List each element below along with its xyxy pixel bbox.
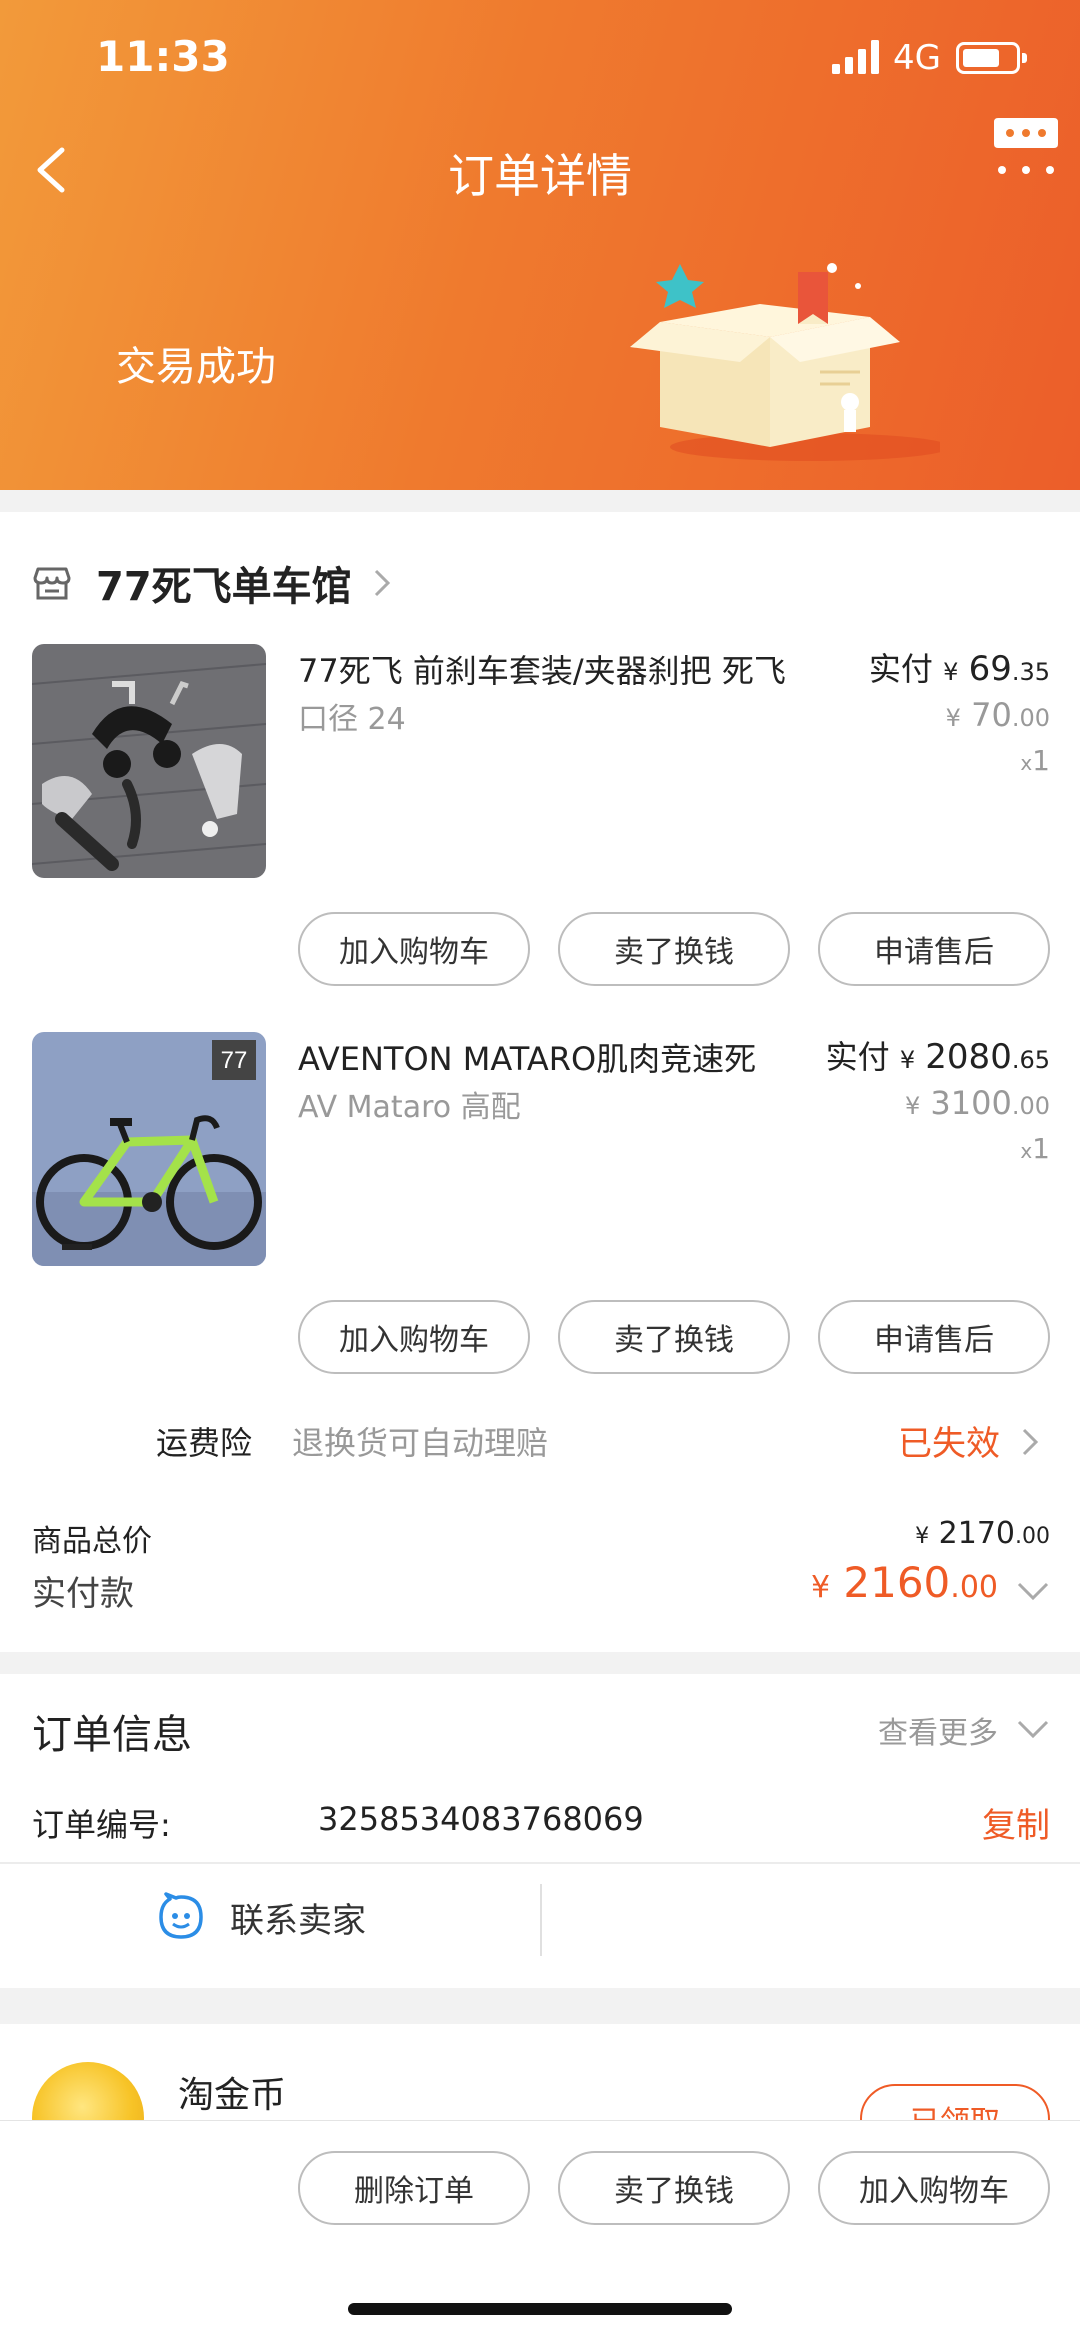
paid-decimal: .65 — [1011, 1046, 1050, 1074]
total-amount: 2170 — [938, 1516, 1015, 1551]
paid-total-amount: 2160 — [843, 1558, 951, 1607]
shipping-insurance-row[interactable]: 运费险 退换货可自动理赔 已失效 — [0, 1412, 1080, 1472]
bottom-action-bar: 删除订单 卖了换钱 加入购物车 — [0, 2120, 1080, 2337]
product-spec: 口径 24 — [298, 702, 406, 737]
original-amount: 3100 — [930, 1084, 1012, 1122]
shop-name: 77死飞单车馆 — [96, 564, 352, 610]
paid-price: 实付 ¥ 69.35 — [869, 644, 1050, 690]
paid-label: 实付 — [825, 1038, 890, 1076]
original-decimal: .00 — [1011, 1092, 1050, 1120]
product-image[interactable]: 77 — [32, 1032, 266, 1266]
paid-total-decimal: .00 — [950, 1570, 998, 1605]
resell-button[interactable]: 卖了换钱 — [558, 2151, 790, 2225]
total-decimal: .00 — [1015, 1524, 1050, 1549]
view-more-link[interactable]: 查看更多 — [878, 1708, 998, 1752]
chevron-right-icon — [374, 569, 390, 597]
shop-row[interactable]: 77死飞单车馆 — [32, 548, 394, 618]
insurance-status: 已失效 — [898, 1424, 1000, 1464]
product-title[interactable]: AVENTON MATARO肌肉竞速死 — [298, 1034, 756, 1080]
after-sale-button[interactable]: 申请售后 — [818, 1300, 1050, 1374]
thumb-badge: 77 — [221, 1047, 248, 1074]
total-value: ¥ 2170.00 — [915, 1516, 1050, 1551]
order-info-title: 订单信息 — [32, 1712, 192, 1758]
paid-label: 实付 — [868, 650, 933, 688]
item-actions: 加入购物车 卖了换钱 申请售后 — [298, 1300, 1050, 1374]
paid-decimal: .35 — [1011, 658, 1050, 686]
currency-symbol: ¥ — [943, 658, 959, 686]
currency-symbol: ¥ — [810, 1570, 831, 1605]
battery-icon — [956, 42, 1027, 74]
page-title: 订单详情 — [448, 149, 632, 203]
chevron-right-icon — [1022, 1428, 1039, 1456]
product-title[interactable]: 77死飞 前刹车套装/夹器刹把 死飞 — [298, 646, 786, 692]
delete-order-button[interactable]: 删除订单 — [298, 2151, 530, 2225]
order-item[interactable]: 77 AVENTON MATARO肌肉竞速死 AV Mataro 高配 实付 ¥… — [0, 1032, 1080, 1282]
paid-total-label: 实付款 — [32, 1574, 134, 1614]
original-price: ¥ 3100.00 — [905, 1084, 1050, 1122]
shop-icon — [33, 567, 71, 600]
chevron-down-icon[interactable] — [1016, 1580, 1050, 1602]
add-to-cart-button[interactable]: 加入购物车 — [818, 2151, 1050, 2225]
order-item[interactable]: 77死飞 前刹车套装/夹器刹把 死飞 口径 24 实付 ¥ 69.35 ¥ 70… — [0, 644, 1080, 894]
status-time: 11:33 — [96, 32, 230, 81]
order-number: 3258534083768069 — [318, 1800, 644, 1838]
network-type: 4G — [893, 38, 941, 78]
total-label: 商品总价 — [32, 1524, 152, 1559]
contact-seller-label: 联系卖家 — [230, 1900, 366, 1941]
order-info-section: 订单信息 查看更多 订单编号: 3258534083768069 复制 联系卖家 — [0, 1674, 1080, 1988]
currency-symbol: ¥ — [904, 1092, 921, 1120]
original-amount: 70 — [971, 696, 1012, 734]
quantity: x1 — [1020, 744, 1050, 777]
original-price: ¥ 70.00 — [946, 696, 1050, 734]
copy-button[interactable]: 复制 — [982, 1798, 1050, 1847]
status-bar: 11:33 4G — [0, 0, 1080, 120]
paid-amount: 2080 — [925, 1037, 1012, 1077]
currency-symbol: ¥ — [945, 704, 961, 732]
deal-status: 交易成功 — [116, 344, 276, 390]
insurance-label: 运费险 — [156, 1424, 253, 1462]
paid-total-value: ¥ 2160.00 — [811, 1558, 998, 1607]
original-decimal: .00 — [1011, 704, 1050, 732]
home-indicator[interactable] — [348, 2303, 732, 2315]
product-image[interactable] — [32, 644, 266, 878]
add-to-cart-button[interactable]: 加入购物车 — [298, 1300, 530, 1374]
after-sale-button[interactable]: 申请售后 — [818, 912, 1050, 986]
divider — [0, 1862, 1080, 1864]
paid-amount: 69 — [968, 649, 1012, 689]
resell-button[interactable]: 卖了换钱 — [558, 1300, 790, 1374]
product-spec: AV Mataro 高配 — [298, 1090, 521, 1125]
order-card: 77死飞单车馆 77死飞 前刹车套装/夹器刹把 死飞 口径 24 实付 ¥ 69… — [0, 512, 1080, 1652]
contact-seller-button[interactable]: 联系卖家 — [156, 1892, 366, 1942]
quantity-value: 1 — [1032, 1132, 1050, 1165]
quantity: x1 — [1020, 1132, 1050, 1165]
vertical-divider — [540, 1884, 542, 1956]
resell-button[interactable]: 卖了换钱 — [558, 912, 790, 986]
taojinbi-title: 淘金币 — [178, 2075, 287, 2116]
quantity-x: x — [1020, 751, 1033, 775]
package-box-illustration — [630, 263, 940, 461]
bottom-actions: 删除订单 卖了换钱 加入购物车 — [298, 2151, 1050, 2225]
currency-symbol: ¥ — [899, 1046, 916, 1074]
order-number-label: 订单编号: — [32, 1806, 171, 1844]
seller-chat-icon — [159, 1892, 203, 1939]
chevron-down-icon[interactable] — [1016, 1718, 1050, 1740]
insurance-desc: 退换货可自动理赔 — [292, 1424, 549, 1462]
quantity-x: x — [1020, 1139, 1033, 1163]
order-header: 11:33 4G 订单详情 交易成功 — [0, 0, 1080, 490]
item-actions: 加入购物车 卖了换钱 申请售后 — [298, 912, 1050, 986]
paid-price: 实付 ¥ 2080.65 — [826, 1032, 1050, 1078]
add-to-cart-button[interactable]: 加入购物车 — [298, 912, 530, 986]
currency-symbol: ¥ — [915, 1524, 930, 1549]
quantity-value: 1 — [1032, 744, 1050, 777]
message-bubble-icon[interactable] — [990, 110, 1062, 182]
signal-icon — [832, 40, 879, 74]
